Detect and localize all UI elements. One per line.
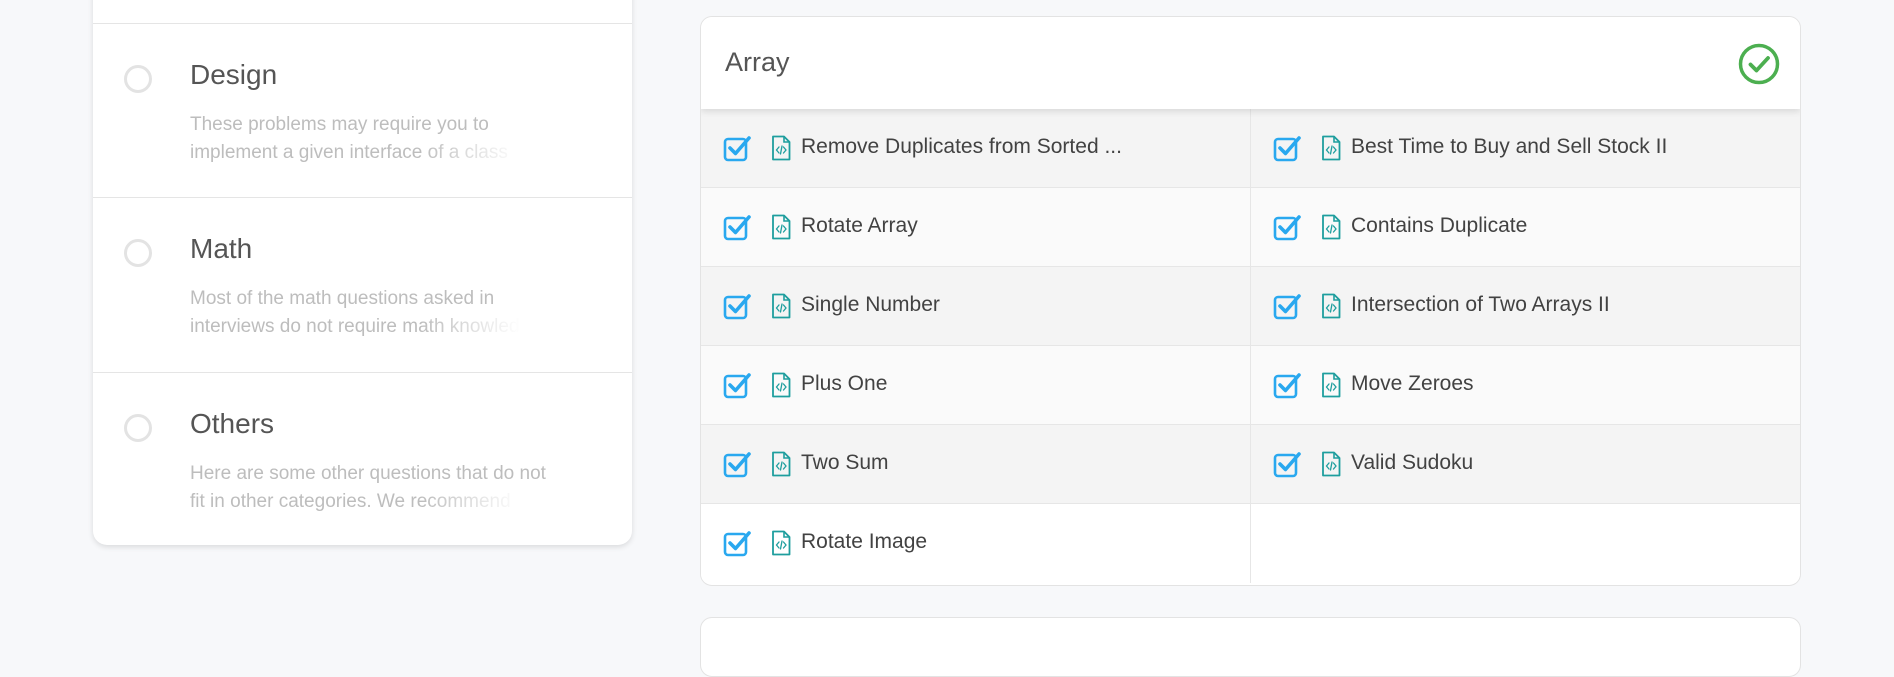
- question-title[interactable]: Single Number: [801, 293, 940, 317]
- question-item[interactable]: Rotate Array: [701, 188, 1251, 266]
- question-row: Rotate Array Contains Duplicate: [701, 188, 1800, 267]
- question-item[interactable]: Single Number: [701, 267, 1251, 345]
- question-item[interactable]: Rotate Image: [701, 504, 1251, 583]
- empty-cell: [1251, 504, 1800, 583]
- question-row: Rotate Image: [701, 504, 1800, 583]
- question-item[interactable]: Two Sum: [701, 425, 1251, 503]
- question-item[interactable]: Move Zeroes: [1251, 346, 1800, 424]
- completed-check-circle-icon: [1738, 43, 1780, 85]
- code-file-icon: [772, 451, 791, 477]
- code-file-icon: [1322, 293, 1341, 319]
- category-item-design[interactable]: Design These problems may require you to…: [93, 23, 632, 197]
- code-file-icon: [1322, 214, 1341, 240]
- code-file-icon: [772, 372, 791, 398]
- checkbox-checked-icon[interactable]: [723, 450, 751, 478]
- checkbox-checked-icon[interactable]: [723, 292, 751, 320]
- category-description-line: interviews do not require math knowledge: [190, 316, 520, 337]
- code-file-icon: [772, 530, 791, 556]
- checkbox-checked-icon[interactable]: [723, 371, 751, 399]
- category-title: Design: [190, 59, 278, 90]
- category-description-line: Here are some other questions that do no…: [190, 463, 546, 484]
- checkbox-checked-icon[interactable]: [723, 134, 751, 162]
- code-file-icon: [772, 214, 791, 240]
- question-item[interactable]: Remove Duplicates from Sorted ...: [701, 109, 1251, 187]
- checkbox-checked-icon[interactable]: [723, 529, 751, 557]
- radio-circle-icon[interactable]: [124, 239, 152, 267]
- question-row: Plus One Move Zeroes: [701, 346, 1800, 425]
- category-list: Design These problems may require you to…: [93, 0, 632, 545]
- radio-circle-icon[interactable]: [124, 65, 152, 93]
- question-grid: Remove Duplicates from Sorted ... Best T…: [701, 109, 1800, 583]
- question-item[interactable]: Contains Duplicate: [1251, 188, 1800, 266]
- question-title[interactable]: Intersection of Two Arrays II: [1351, 293, 1610, 317]
- question-title[interactable]: Two Sum: [801, 451, 889, 475]
- question-row: Remove Duplicates from Sorted ... Best T…: [701, 109, 1800, 188]
- category-description: Most of the math questions asked in inte…: [190, 285, 590, 341]
- category-title: Math: [190, 233, 253, 264]
- code-file-icon: [1322, 135, 1341, 161]
- category-description-line: implement a given interface of a class: [190, 142, 508, 163]
- checkbox-checked-icon[interactable]: [1273, 371, 1301, 399]
- checkbox-checked-icon[interactable]: [1273, 292, 1301, 320]
- code-file-icon: [772, 293, 791, 319]
- question-title[interactable]: Best Time to Buy and Sell Stock II: [1351, 135, 1667, 159]
- array-section: Array Remove Duplicates from Sorted ... …: [700, 16, 1801, 586]
- category-item-math[interactable]: Math Most of the math questions asked in…: [93, 197, 632, 371]
- code-file-icon: [1322, 451, 1341, 477]
- question-item[interactable]: Best Time to Buy and Sell Stock II: [1251, 109, 1800, 187]
- question-item[interactable]: Intersection of Two Arrays II: [1251, 267, 1800, 345]
- category-item-others[interactable]: Others Here are some other questions tha…: [93, 372, 632, 545]
- category-title: Others: [190, 408, 275, 439]
- question-title[interactable]: Move Zeroes: [1351, 372, 1474, 396]
- section-header[interactable]: Array: [701, 17, 1800, 109]
- checkbox-checked-icon[interactable]: [1273, 213, 1301, 241]
- question-title[interactable]: Rotate Image: [801, 530, 927, 554]
- question-row: Single Number Intersection of Two Arrays…: [701, 267, 1800, 346]
- question-title[interactable]: Plus One: [801, 372, 887, 396]
- next-section-card[interactable]: [700, 617, 1801, 677]
- question-item[interactable]: Valid Sudoku: [1251, 425, 1800, 503]
- code-file-icon: [1322, 372, 1341, 398]
- category-description-line: Most of the math questions asked in: [190, 288, 495, 309]
- question-item[interactable]: Plus One: [701, 346, 1251, 424]
- checkbox-checked-icon[interactable]: [1273, 450, 1301, 478]
- question-title[interactable]: Contains Duplicate: [1351, 214, 1527, 238]
- question-title[interactable]: Remove Duplicates from Sorted ...: [801, 135, 1122, 159]
- category-description-line: These problems may require you to: [190, 114, 489, 135]
- question-title[interactable]: Rotate Array: [801, 214, 918, 238]
- radio-circle-icon[interactable]: [124, 414, 152, 442]
- question-title[interactable]: Valid Sudoku: [1351, 451, 1473, 475]
- category-description-line: fit in other categories. We recommend: [190, 491, 511, 512]
- category-description: Here are some other questions that do no…: [190, 460, 590, 516]
- checkbox-checked-icon[interactable]: [723, 213, 751, 241]
- category-description: These problems may require you to implem…: [190, 111, 590, 167]
- checkbox-checked-icon[interactable]: [1273, 134, 1301, 162]
- question-row: Two Sum Valid Sudoku: [701, 425, 1800, 504]
- code-file-icon: [772, 135, 791, 161]
- section-title: Array: [725, 47, 790, 77]
